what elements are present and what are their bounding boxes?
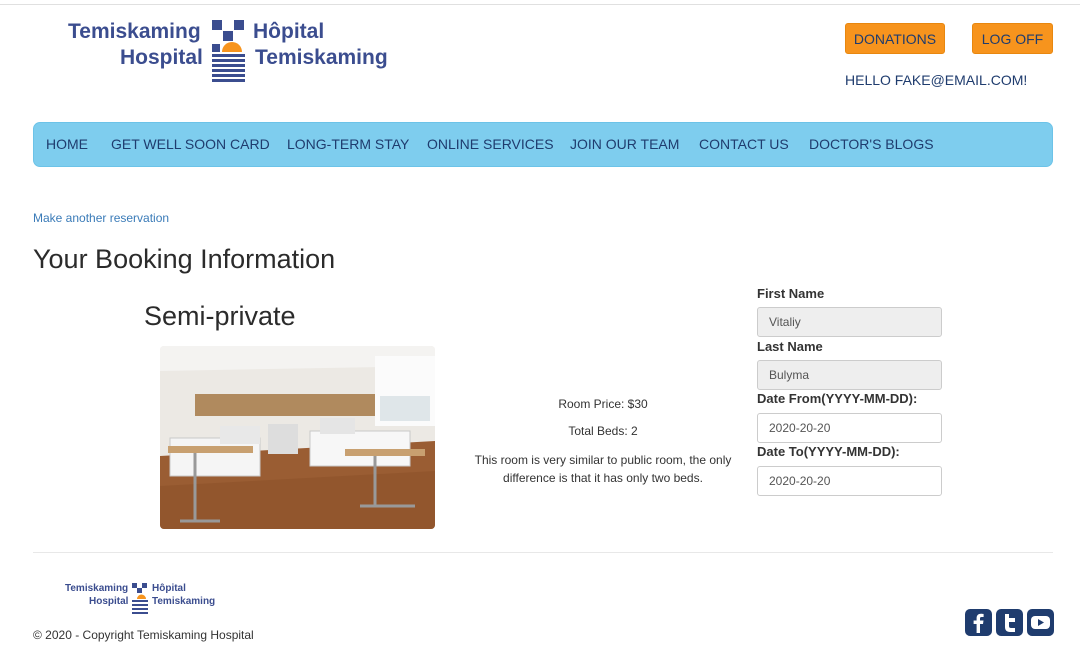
room-price: Room Price: $30 <box>558 397 648 411</box>
footer-logo-text-line2-right: Temiskaming <box>152 596 216 607</box>
footer-logo[interactable]: Temiskaming Hospital Hôpital Temiskaming <box>64 582 219 614</box>
nav-item-doctors-blogs[interactable]: DOCTOR'S BLOGS <box>809 136 934 152</box>
date-from-label: Date From(YYYY-MM-DD): <box>757 391 918 406</box>
log-off-button[interactable]: LOG OFF <box>972 23 1053 54</box>
main-nav: HOME GET WELL SOON CARD LONG-TERM STAY O… <box>33 122 1053 167</box>
room-type-title: Semi-private <box>144 301 296 331</box>
donations-button[interactable]: DONATIONS <box>845 23 945 54</box>
nav-item-long-term-stay[interactable]: LONG-TERM STAY <box>287 136 409 152</box>
date-to-label: Date To(YYYY-MM-DD): <box>757 444 900 459</box>
nav-item-home[interactable]: HOME <box>46 136 88 152</box>
page-title: Your Booking Information <box>33 244 336 274</box>
twitter-icon[interactable] <box>996 609 1023 636</box>
first-name-field[interactable] <box>757 307 942 337</box>
logo-text-line2-left: Hospital <box>120 46 203 69</box>
logo-text-line1-left: Temiskaming <box>68 20 201 43</box>
last-name-label: Last Name <box>757 339 823 354</box>
first-name-label: First Name <box>757 286 825 301</box>
user-greeting: HELLO FAKE@EMAIL.COM! <box>845 72 1028 88</box>
footer-logo-text-line1-right: Hôpital <box>152 583 186 594</box>
hospital-logo[interactable]: Temiskaming Hospital Hôpital Temiskaming <box>66 18 396 84</box>
nav-item-online-services[interactable]: ONLINE SERVICES <box>427 136 554 152</box>
footer-logo-emblem-icon <box>132 583 148 614</box>
facebook-icon[interactable] <box>965 609 992 636</box>
last-name-field[interactable] <box>757 360 942 390</box>
room-photo <box>160 346 435 529</box>
nav-item-join-our-team[interactable]: JOIN OUR TEAM <box>570 136 679 152</box>
footer-logo-text-line2-left: Hospital <box>89 596 129 607</box>
date-from-field[interactable] <box>757 413 942 443</box>
logo-text-line1-right: Hôpital <box>253 20 325 43</box>
footer-divider <box>33 552 1053 553</box>
top-border <box>0 0 1080 5</box>
room-description: This room is very similar to public room… <box>474 453 732 485</box>
nav-item-contact-us[interactable]: CONTACT US <box>699 136 789 152</box>
make-another-reservation-link[interactable]: Make another reservation <box>33 211 169 225</box>
date-to-field[interactable] <box>757 466 942 496</box>
logo-text-line2-right: Temiskaming <box>255 46 388 69</box>
copyright-text: © 2020 - Copyright Temiskaming Hospital <box>33 628 254 642</box>
footer-logo-text-line1-left: Temiskaming <box>65 583 129 594</box>
logo-emblem-icon <box>212 20 245 82</box>
youtube-icon[interactable] <box>1027 609 1054 636</box>
nav-item-get-well-soon-card[interactable]: GET WELL SOON CARD <box>111 136 270 152</box>
room-total-beds: Total Beds: 2 <box>568 424 638 438</box>
